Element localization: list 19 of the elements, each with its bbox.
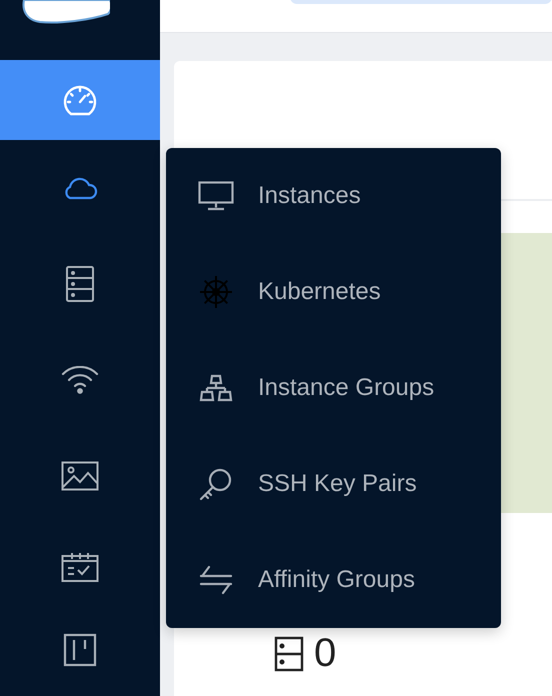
menu-item[interactable]: Kubernetes bbox=[166, 244, 501, 340]
swap-arrows-icon bbox=[198, 565, 234, 595]
kanban-board-icon bbox=[63, 633, 97, 667]
helm-wheel-icon bbox=[198, 275, 234, 309]
menu-item[interactable]: Affinity Groups bbox=[166, 532, 501, 628]
server-icon bbox=[65, 265, 95, 303]
monitor-icon bbox=[198, 181, 234, 211]
menu-item[interactable]: Instance Groups bbox=[166, 340, 501, 436]
dashboard-gauge-icon bbox=[63, 84, 97, 116]
calendar-check-icon bbox=[61, 552, 99, 582]
hierarchy-blocks-icon bbox=[198, 374, 234, 402]
menu-item[interactable]: SSH Key Pairs bbox=[166, 436, 501, 532]
menu-item[interactable]: Instances bbox=[166, 148, 501, 244]
wifi-icon bbox=[61, 366, 99, 394]
image-icon bbox=[61, 461, 99, 491]
stat-value: 0 bbox=[314, 631, 336, 676]
cloud-logo-icon bbox=[20, 0, 110, 24]
server-icon bbox=[274, 636, 304, 672]
key-icon bbox=[198, 467, 234, 501]
